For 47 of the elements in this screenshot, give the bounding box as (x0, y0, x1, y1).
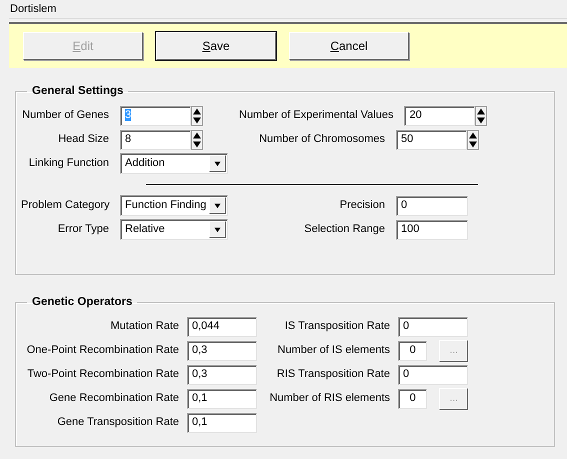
text-field[interactable]: 0,3 (187, 364, 257, 385)
dropdown-arrow-icon[interactable] (213, 160, 222, 167)
dropdown[interactable]: Function Finding (120, 195, 228, 216)
window-title: Dortislem (10, 3, 56, 16)
spin-field[interactable]: 8 (120, 130, 191, 150)
field-label: Problem Category (21, 199, 109, 212)
spin-buttons[interactable] (191, 130, 203, 150)
text-field[interactable]: 0 (398, 364, 468, 385)
field-label: Precision (338, 199, 385, 212)
dropdown[interactable]: Relative (120, 219, 228, 240)
field-label: Two-Point Recombination Rate (26, 368, 179, 382)
count-field[interactable]: 0 (398, 388, 428, 409)
field-label: Gene Recombination Rate (48, 392, 179, 406)
spin-field[interactable]: 50 (396, 130, 467, 150)
text-field[interactable]: 100 (396, 220, 468, 240)
spin-buttons[interactable] (467, 130, 479, 150)
field-label: Gene Transposition Rate (56, 416, 179, 430)
field-label: Number of Experimental Values (239, 109, 394, 122)
text-field[interactable]: 0,044 (187, 316, 257, 337)
dropdown[interactable]: Addition (120, 153, 228, 174)
field-label: Head Size (57, 133, 109, 146)
field-label: Number of RIS elements (268, 392, 390, 406)
field-label: Mutation Rate (110, 320, 179, 334)
field-label: Number of Chromosomes (258, 133, 385, 146)
count-field[interactable]: 0 (398, 340, 428, 361)
text-field[interactable]: 0 (398, 316, 468, 337)
group-title: Genetic Operators (31, 297, 134, 309)
dropdown-arrow-icon[interactable] (213, 202, 222, 209)
spin-buttons[interactable] (475, 106, 488, 126)
field-label: Number of IS elements (276, 344, 390, 358)
text-field[interactable]: 0,3 (187, 340, 257, 361)
field-label: Number of Genes (21, 109, 109, 122)
field-label: Linking Function (28, 157, 109, 170)
spin-buttons[interactable] (191, 106, 203, 126)
field-label: IS Transposition Rate (284, 320, 390, 334)
dropdown-arrow-icon[interactable] (213, 226, 222, 233)
text-field[interactable]: 0,1 (187, 412, 257, 433)
text-field[interactable]: 0,1 (187, 388, 257, 409)
field-label: RIS Transposition Rate (276, 368, 390, 382)
field-label: One-Point Recombination Rate (26, 344, 179, 358)
field-label: Error Type (56, 223, 109, 236)
group-title: General Settings (31, 86, 124, 98)
text-field[interactable]: 0 (396, 196, 468, 216)
toolbar-button[interactable]: Cancel (289, 32, 409, 60)
spin-field[interactable]: 20 (404, 106, 476, 126)
toolbar-button[interactable]: Save (156, 32, 276, 60)
field-label: Selection Range (303, 223, 385, 236)
